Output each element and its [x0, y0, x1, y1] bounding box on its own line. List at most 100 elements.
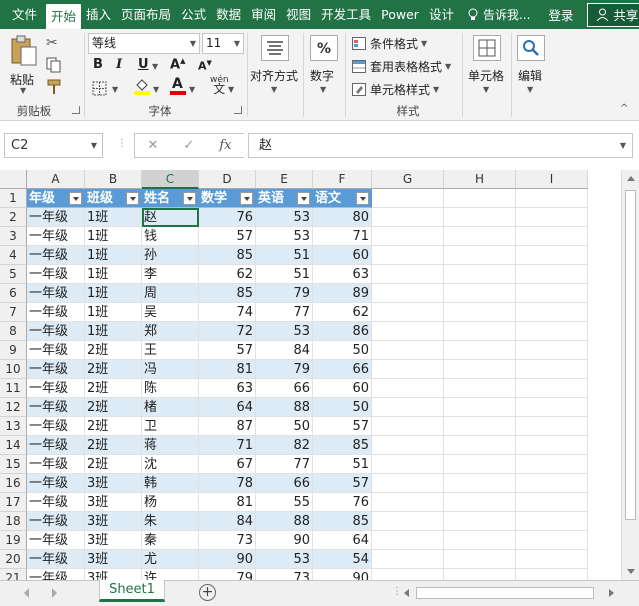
- table-cell[interactable]: 84: [199, 512, 256, 531]
- row-header[interactable]: 5: [0, 265, 27, 284]
- number-button[interactable]: % 数字 ▼: [307, 33, 341, 99]
- empty-cell[interactable]: [372, 322, 444, 341]
- table-cell[interactable]: 64: [199, 398, 256, 417]
- row-header[interactable]: 8: [0, 322, 27, 341]
- table-header-cell[interactable]: 数学: [199, 189, 256, 208]
- table-header-cell[interactable]: 年级: [27, 189, 85, 208]
- table-cell[interactable]: 一年级: [27, 360, 85, 379]
- collapse-ribbon-icon[interactable]: ^: [620, 103, 628, 114]
- tab-10[interactable]: 设计: [424, 0, 459, 29]
- table-cell[interactable]: 一年级: [27, 379, 85, 398]
- table-cell[interactable]: 一年级: [27, 284, 85, 303]
- table-cell[interactable]: 1班: [85, 322, 142, 341]
- empty-cell[interactable]: [444, 322, 516, 341]
- table-cell[interactable]: 85: [199, 284, 256, 303]
- table-cell[interactable]: 51: [313, 455, 372, 474]
- table-cell[interactable]: 一年级: [27, 436, 85, 455]
- row-header[interactable]: 12: [0, 398, 27, 417]
- empty-cell[interactable]: [516, 398, 588, 417]
- table-cell[interactable]: 87: [199, 417, 256, 436]
- row-header[interactable]: 19: [0, 531, 27, 550]
- table-cell[interactable]: 秦: [142, 531, 199, 550]
- empty-cell[interactable]: [444, 455, 516, 474]
- cell-styles-button[interactable]: 单元格样式 ▼: [352, 81, 439, 98]
- table-cell[interactable]: 63: [199, 379, 256, 398]
- sheet-tab-sheet1[interactable]: Sheet1: [99, 580, 165, 602]
- tab-0[interactable]: 文件: [0, 0, 46, 29]
- font-name-dropdown-icon[interactable]: ▼: [190, 34, 196, 53]
- empty-cell[interactable]: [372, 550, 444, 569]
- prev-sheet-icon[interactable]: [24, 588, 29, 598]
- underline-caret-icon[interactable]: ▼: [152, 62, 158, 71]
- table-cell[interactable]: 李: [142, 265, 199, 284]
- table-cell[interactable]: 1班: [85, 303, 142, 322]
- table-cell[interactable]: 周: [142, 284, 199, 303]
- empty-cell[interactable]: [444, 265, 516, 284]
- table-cell[interactable]: 78: [199, 474, 256, 493]
- table-cell[interactable]: 71: [199, 436, 256, 455]
- column-header-i[interactable]: I: [516, 170, 588, 189]
- table-cell[interactable]: 57: [199, 227, 256, 246]
- row-header[interactable]: 9: [0, 341, 27, 360]
- empty-cell[interactable]: [516, 436, 588, 455]
- row-header[interactable]: 16: [0, 474, 27, 493]
- table-cell[interactable]: 90: [199, 550, 256, 569]
- copy-icon[interactable]: [46, 57, 62, 73]
- tab-5[interactable]: 数据: [211, 0, 246, 29]
- empty-cell[interactable]: [372, 493, 444, 512]
- filter-dropdown-icon[interactable]: [356, 192, 369, 205]
- table-cell[interactable]: 85: [313, 512, 372, 531]
- next-sheet-icon[interactable]: [52, 588, 57, 598]
- row-header[interactable]: 1: [0, 189, 27, 208]
- empty-cell[interactable]: [516, 284, 588, 303]
- table-cell[interactable]: 2班: [85, 417, 142, 436]
- empty-cell[interactable]: [516, 455, 588, 474]
- column-header-b[interactable]: B: [85, 170, 142, 189]
- empty-cell[interactable]: [516, 531, 588, 550]
- row-header[interactable]: 18: [0, 512, 27, 531]
- table-cell[interactable]: 一年级: [27, 531, 85, 550]
- empty-cell[interactable]: [444, 569, 516, 580]
- row-header[interactable]: 11: [0, 379, 27, 398]
- empty-cell[interactable]: [372, 569, 444, 580]
- table-cell[interactable]: 郑: [142, 322, 199, 341]
- confirm-icon[interactable]: ✓: [183, 138, 194, 153]
- cells-button[interactable]: 单元格 ▼: [466, 33, 508, 99]
- borders-icon[interactable]: [92, 81, 107, 96]
- row-header[interactable]: 10: [0, 360, 27, 379]
- table-cell[interactable]: 赵: [142, 208, 199, 227]
- table-cell[interactable]: 杨: [142, 493, 199, 512]
- table-cell[interactable]: 73: [256, 569, 313, 580]
- empty-cell[interactable]: [444, 360, 516, 379]
- empty-cell[interactable]: [516, 474, 588, 493]
- empty-cell[interactable]: [444, 246, 516, 265]
- row-header[interactable]: 3: [0, 227, 27, 246]
- column-header-g[interactable]: G: [372, 170, 444, 189]
- decrease-font-icon[interactable]: A▼: [198, 59, 212, 73]
- conditional-format-button[interactable]: 条件格式 ▼: [352, 35, 427, 52]
- borders-caret-icon[interactable]: ▼: [112, 85, 118, 94]
- filter-dropdown-icon[interactable]: [69, 192, 82, 205]
- increase-font-icon[interactable]: A▲: [170, 57, 185, 72]
- table-cell[interactable]: 1班: [85, 208, 142, 227]
- row-header[interactable]: 6: [0, 284, 27, 303]
- table-cell[interactable]: 51: [256, 246, 313, 265]
- empty-cell[interactable]: [444, 417, 516, 436]
- table-cell[interactable]: 3班: [85, 474, 142, 493]
- empty-cell[interactable]: [372, 341, 444, 360]
- empty-cell[interactable]: [444, 208, 516, 227]
- empty-cell[interactable]: [444, 189, 516, 208]
- row-header[interactable]: 20: [0, 550, 27, 569]
- table-cell[interactable]: 1班: [85, 246, 142, 265]
- tab-6[interactable]: 审阅: [246, 0, 281, 29]
- name-box[interactable]: C2 ▼: [4, 133, 103, 158]
- table-cell[interactable]: 79: [199, 569, 256, 580]
- table-cell[interactable]: 3班: [85, 569, 142, 580]
- table-cell[interactable]: 钱: [142, 227, 199, 246]
- empty-cell[interactable]: [372, 189, 444, 208]
- table-cell[interactable]: 54: [313, 550, 372, 569]
- table-cell[interactable]: 尤: [142, 550, 199, 569]
- row-header[interactable]: 15: [0, 455, 27, 474]
- phonetic-caret-icon[interactable]: ▼: [228, 85, 234, 94]
- empty-cell[interactable]: [444, 341, 516, 360]
